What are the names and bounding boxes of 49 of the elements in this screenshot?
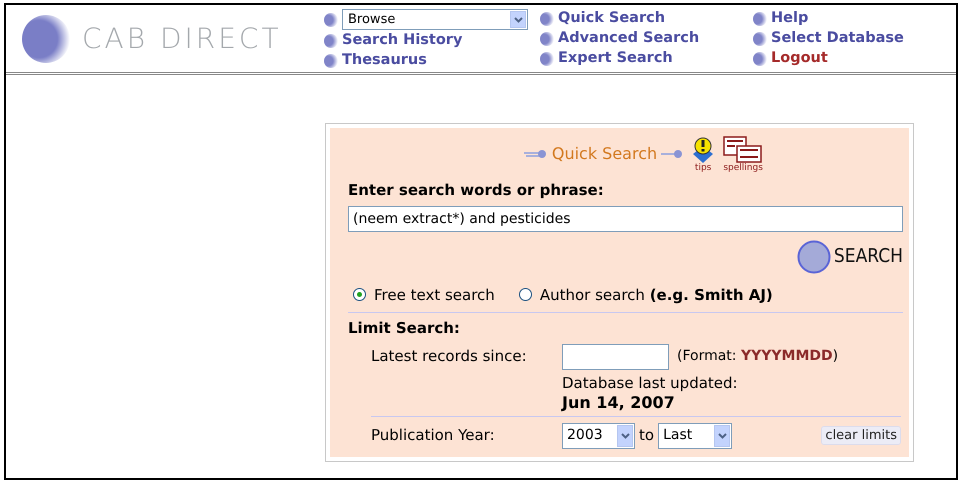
update-label: Database last updated: — [562, 374, 739, 392]
nav-link[interactable]: Expert Search — [540, 49, 753, 68]
nav-link[interactable]: Thesaurus — [324, 51, 540, 70]
lightbulb-icon — [691, 136, 716, 164]
bullet-icon — [753, 12, 767, 26]
clear-limits-button[interactable]: clear limits — [821, 426, 901, 445]
radio-label: Author search (e.g. Smith AJ) — [540, 284, 773, 306]
spellings-link[interactable]: spellings — [723, 164, 763, 173]
date-field[interactable] — [562, 344, 669, 370]
arrow-icon — [661, 149, 684, 159]
documents-icon — [723, 136, 764, 164]
arrow-icon — [524, 149, 548, 159]
caret-icon — [617, 424, 633, 446]
radio-label: Free text search — [374, 284, 495, 306]
bullet-icon — [540, 52, 554, 66]
bullet-icon — [324, 34, 338, 48]
search-button[interactable]: SEARCH — [796, 240, 903, 274]
nav-link[interactable]: Search History — [324, 31, 540, 50]
search-field[interactable]: (neem extract*) and pesticides — [348, 206, 903, 232]
browse-select[interactable]: Browse — [342, 9, 528, 30]
tips-link[interactable]: tips — [694, 164, 712, 173]
prompt-label: Enter search words or phrase: — [348, 180, 605, 201]
bullet-icon — [540, 12, 554, 26]
year-label: Publication Year: — [371, 425, 496, 446]
bullet-icon — [753, 32, 767, 46]
radio-button[interactable] — [353, 288, 366, 302]
logo-text: CAB DIRECT — [82, 20, 282, 56]
to-label: to — [639, 425, 654, 446]
bullet-icon — [324, 12, 338, 26]
limit-heading: Limit Search: — [348, 318, 461, 339]
bullet-icon — [540, 32, 554, 46]
nav-link[interactable]: Help — [753, 9, 904, 28]
year-to-select[interactable]: Last — [658, 422, 732, 448]
latest-label: Latest records since: — [371, 346, 528, 368]
logo-icon — [22, 14, 70, 62]
nav-link[interactable]: Select Database — [753, 29, 904, 48]
bullet-icon — [324, 54, 338, 68]
caret-icon — [510, 11, 526, 28]
format-hint: (Format: YYYYMMDD) — [677, 347, 838, 366]
radio-button[interactable] — [518, 288, 532, 302]
circle-icon — [796, 240, 831, 274]
bullet-icon — [753, 52, 767, 66]
nav-link[interactable]: Quick Search — [540, 9, 753, 28]
caret-icon — [714, 424, 730, 446]
panel-title: Quick Search — [552, 143, 658, 165]
year-from-select[interactable]: 2003 — [562, 422, 635, 448]
update-date: Jun 14, 2007 — [562, 392, 676, 412]
logout-link[interactable]: Logout — [753, 49, 904, 68]
nav-link[interactable]: Advanced Search — [540, 29, 753, 48]
